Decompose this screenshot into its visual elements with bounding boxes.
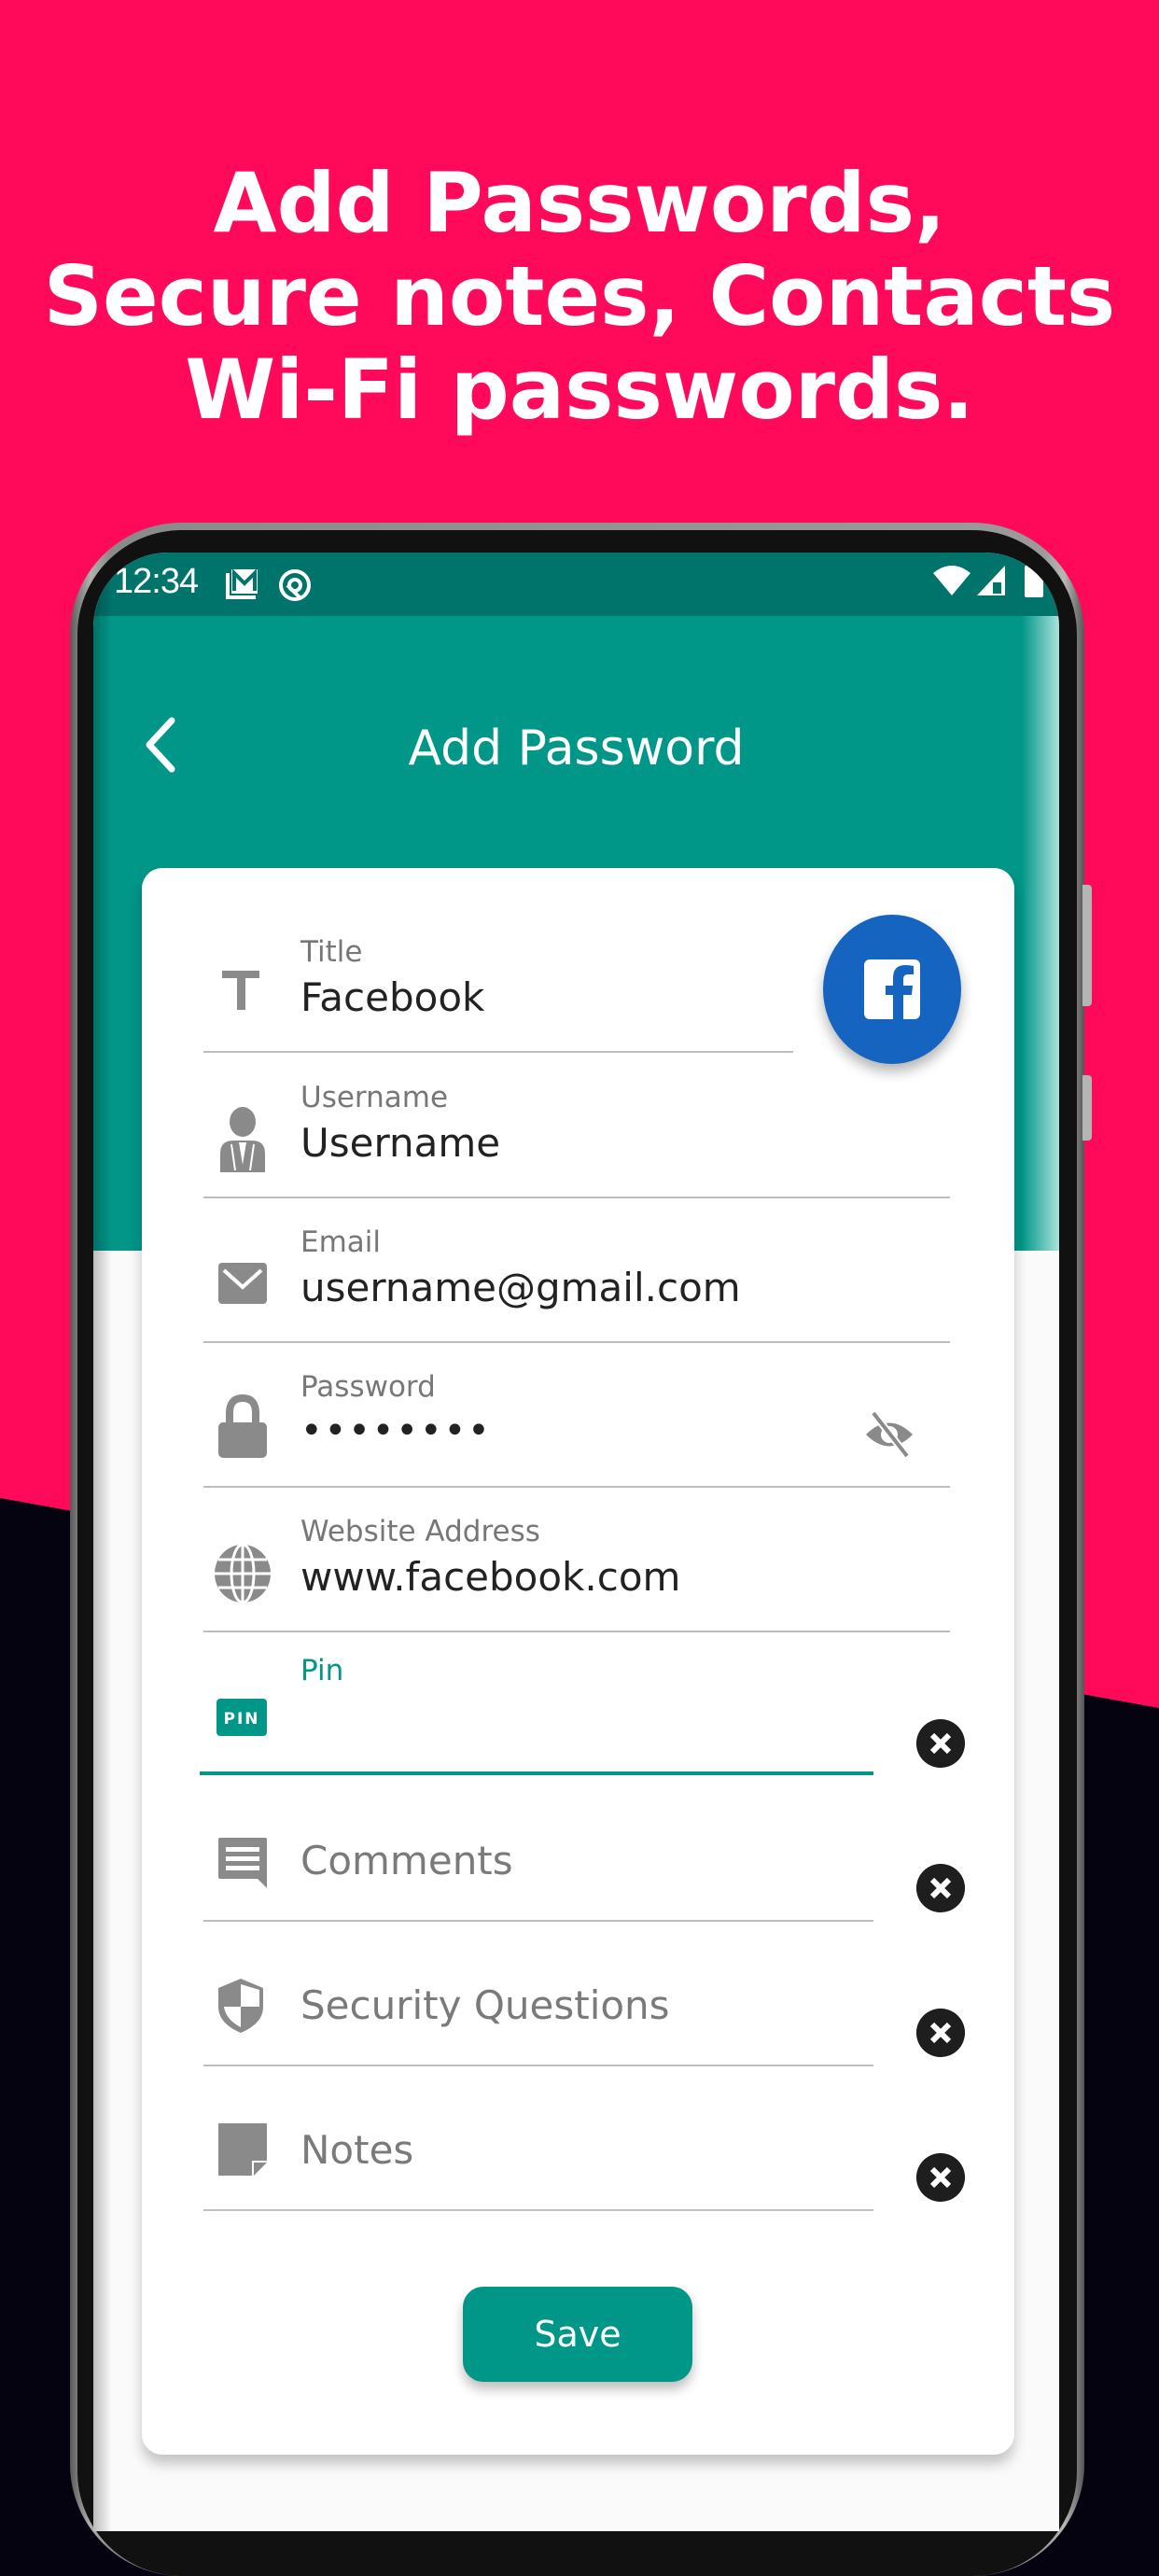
save-button[interactable]: Save [463,2287,692,2382]
website-label: Website Address [300,1515,540,1548]
password-underline [203,1486,950,1488]
battery-icon [1025,566,1043,597]
power-button [1082,1075,1092,1141]
gmail-notification-icon [226,568,258,599]
status-bar: 12:34 [93,553,1059,616]
comments-placeholder: Comments [300,1838,513,1883]
facebook-icon [864,959,920,1019]
username-value[interactable]: Username [300,1120,500,1166]
pin-underline-focused [200,1771,873,1775]
phone-screen: 12:34 Add Password Title Facebook Userna… [93,553,1059,2531]
pin-icon: PIN [216,1699,267,1736]
clear-pin-button[interactable] [916,1719,965,1768]
website-address-field[interactable]: Website Address www.facebook.com [203,1505,950,1636]
category-icon-button[interactable] [823,915,961,1064]
title-field[interactable]: Title Facebook [203,926,801,1057]
add-password-form-card: Title Facebook Username Username Email u… [142,868,1014,2455]
at-sign-notification-icon [279,569,311,601]
notes-field[interactable]: Notes [203,2084,875,2215]
email-field[interactable]: Email username@gmail.com [203,1216,950,1347]
security-questions-field[interactable]: Security Questions [203,1939,875,2070]
password-label: Password [300,1370,436,1404]
lock-icon [218,1393,267,1458]
page-title: Add Password [408,721,745,777]
toggle-password-visibility-button[interactable] [862,1407,916,1462]
wifi-icon [933,566,970,595]
username-label: Username [300,1081,449,1114]
email-icon [218,1263,267,1304]
title-value[interactable]: Facebook [300,974,484,1020]
headline-line-3: Wi-Fi passwords. [185,342,974,438]
shield-icon [218,1979,263,2033]
comments-underline [203,1920,873,1922]
email-label: Email [300,1225,382,1259]
user-icon [220,1107,265,1172]
password-field[interactable]: Password •••••••• [203,1361,950,1491]
username-underline [203,1197,950,1198]
status-time: 12:34 [114,562,199,601]
email-value[interactable]: username@gmail.com [300,1265,741,1310]
screen-edge-shade [93,553,112,2531]
text-t-icon [222,971,259,1010]
comments-field[interactable]: Comments [203,1795,875,1925]
clear-comments-button[interactable] [916,1864,965,1912]
pin-label: Pin [300,1654,344,1687]
svg-text:PIN: PIN [223,1710,259,1729]
note-icon [218,2123,267,2176]
title-label: Title [300,935,363,969]
clear-security-questions-button[interactable] [916,2009,965,2057]
notes-placeholder: Notes [300,2127,414,2173]
cellular-signal-icon [977,566,1005,595]
comment-icon [218,1838,267,1888]
website-underline [203,1631,950,1632]
globe-icon [215,1543,271,1604]
title-underline [203,1051,793,1053]
website-value[interactable]: www.facebook.com [300,1554,680,1600]
headline-line-2: Secure notes, Contacts [43,248,1116,344]
headline-line-1: Add Passwords, [213,155,946,251]
promo-headline: Add Passwords, Secure notes, Contacts Wi… [0,157,1159,437]
username-field[interactable]: Username Username [203,1071,950,1202]
notes-underline [203,2209,873,2211]
clear-notes-button[interactable] [916,2153,965,2202]
email-underline [203,1341,950,1343]
security-questions-underline [203,2065,873,2066]
screen-edge-highlight [1022,616,1059,1251]
volume-button [1082,885,1092,1006]
pin-field[interactable]: PIN Pin [200,1650,969,1781]
security-questions-placeholder: Security Questions [300,1982,670,2028]
password-value[interactable]: •••••••• [300,1409,492,1452]
